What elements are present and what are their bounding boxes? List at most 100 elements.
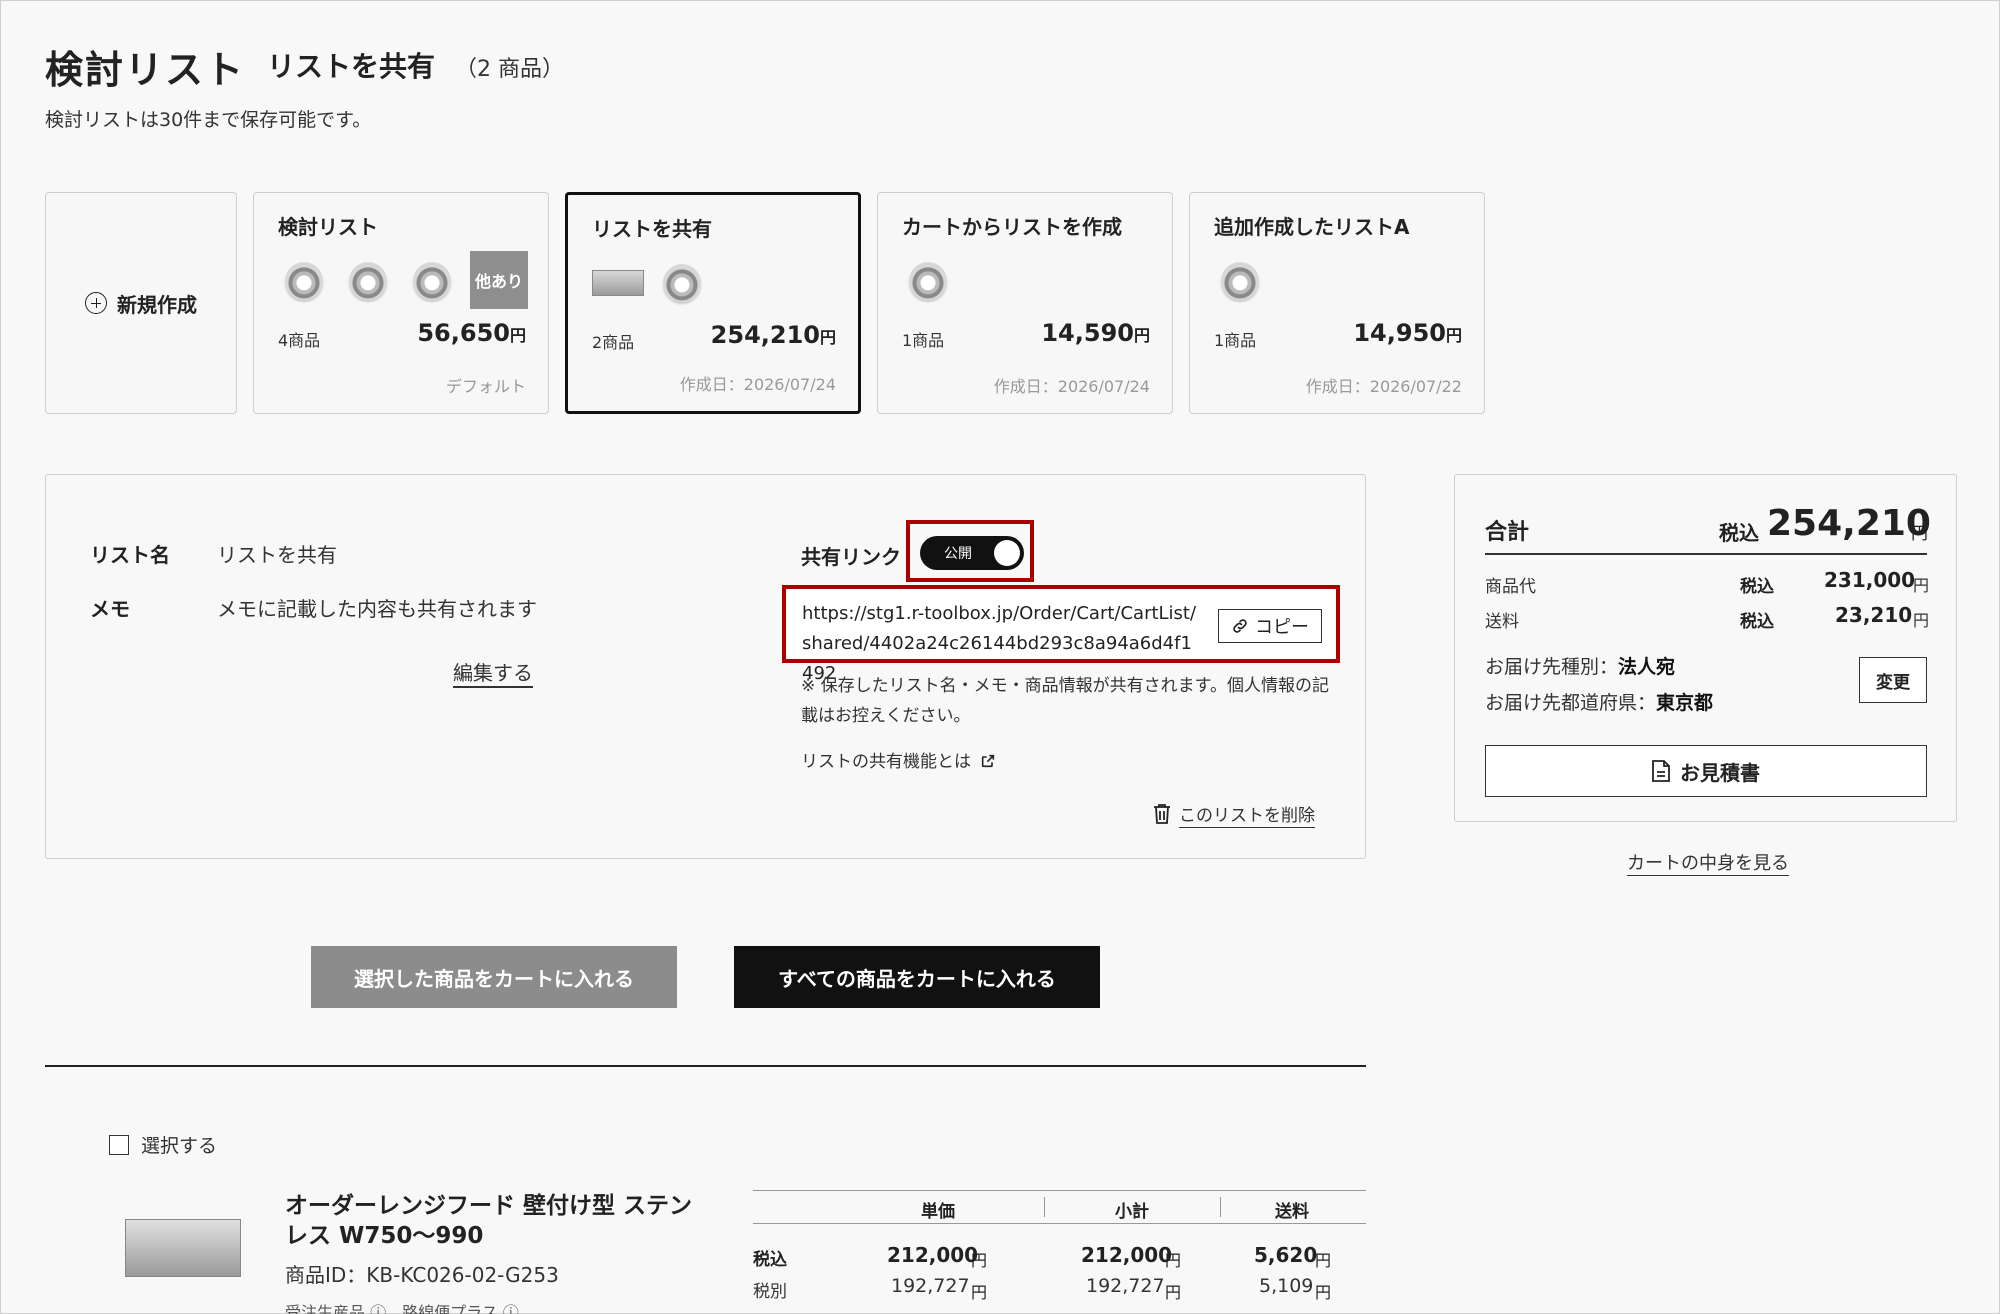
- delivery-type: お届け先種別：法人宛: [1485, 656, 1676, 678]
- current-list-title: リストを共有: [267, 50, 436, 83]
- card-thumbnails: [902, 255, 954, 307]
- document-icon: [1652, 760, 1670, 782]
- card-count: 1商品: [1214, 331, 1257, 350]
- product-tags: 受注生産品 ⓘ 路線便プラス ⓘ: [285, 1303, 519, 1314]
- summary-divider: [1485, 553, 1927, 555]
- quote-button[interactable]: お見積書: [1485, 745, 1927, 797]
- yen: 円: [1165, 1283, 1182, 1302]
- product-name[interactable]: オーダーレンジフード 壁付け型 ステンレス W750〜990: [285, 1191, 705, 1251]
- product-image[interactable]: [125, 1219, 241, 1277]
- downlight-thumbnail: [902, 255, 954, 307]
- unit-price-tax-ex: 192,727: [891, 1275, 970, 1297]
- col-separator: [1220, 1197, 1221, 1217]
- subtotal-tax-ex: 192,727: [1086, 1275, 1165, 1297]
- share-toggle-highlight: 公開: [906, 520, 1034, 582]
- yen: 円: [1315, 1283, 1332, 1302]
- yen: 円: [971, 1251, 988, 1270]
- change-delivery-button[interactable]: 変更: [1859, 657, 1927, 703]
- summary-title: 合計: [1485, 520, 1530, 545]
- storage-note: 検討リストは30件まで保存可能です。: [45, 109, 372, 131]
- share-notice: ※ 保存したリスト名・メモ・商品情報が共有されます。個人情報の記載はお控えくださ…: [801, 676, 1329, 726]
- card-count: 2商品: [592, 333, 635, 352]
- price-table-top-line: [753, 1190, 1366, 1191]
- goods-tax-label: 税込: [1740, 577, 1774, 597]
- price-table-header-line: [753, 1223, 1366, 1224]
- plus-circle-icon: [85, 292, 107, 314]
- tax-in-label: 税込: [753, 1250, 787, 1270]
- delivery-prefecture: お届け先都道府県：東京都: [1485, 692, 1714, 714]
- card-price: 14,590円: [1041, 319, 1150, 347]
- memo-label: メモ: [90, 597, 130, 621]
- card-price: 14,950円: [1353, 319, 1462, 347]
- downlight-thumbnail: [278, 255, 330, 307]
- downlight-thumbnail: [342, 255, 394, 307]
- card-thumbnails: 他あり: [278, 251, 528, 309]
- shipping-value: 23,210: [1835, 603, 1913, 627]
- public-toggle[interactable]: 公開: [920, 536, 1024, 570]
- copy-button[interactable]: コピー: [1218, 609, 1322, 643]
- edit-link[interactable]: 編集する: [453, 657, 533, 686]
- new-list-label: 新規作成: [117, 292, 197, 317]
- col-subtotal: 小計: [1115, 1202, 1149, 1222]
- list-card-kentou[interactable]: 検討リスト 他あり 4商品 56,650円 デフォルト: [253, 192, 549, 414]
- goods-yen: 円: [1913, 576, 1930, 595]
- range-hood-thumbnail: [592, 257, 644, 309]
- shipping-tax-ex: 5,109: [1259, 1275, 1314, 1297]
- list-name-label: リスト名: [90, 543, 170, 567]
- card-thumbnails: [592, 257, 708, 309]
- external-link-icon: [982, 754, 995, 768]
- card-title: 追加作成したリストA: [1214, 215, 1410, 239]
- card-price: 254,210円: [710, 321, 836, 349]
- toggle-knob: [994, 540, 1020, 566]
- select-checkbox-row[interactable]: 選択する: [109, 1131, 217, 1158]
- card-title: カートからリストを作成: [902, 215, 1122, 239]
- downlight-thumbnail: [1214, 255, 1266, 307]
- item-count: （2 商品）: [455, 57, 564, 82]
- card-default-label: デフォルト: [445, 377, 526, 396]
- share-about-link[interactable]: リストの共有機能とは: [801, 747, 996, 772]
- yen: 円: [1315, 1251, 1332, 1270]
- subtotal-tax-in: 212,000: [1081, 1243, 1173, 1267]
- add-all-to-cart-button[interactable]: すべての商品をカートに入れる: [734, 946, 1100, 1008]
- unit-price-tax-in: 212,000: [887, 1243, 979, 1267]
- add-selected-to-cart-button[interactable]: 選択した商品をカートに入れる: [311, 946, 677, 1008]
- col-unit-price: 単価: [921, 1202, 955, 1222]
- select-checkbox[interactable]: [109, 1134, 129, 1155]
- list-name-value: リストを共有: [217, 543, 337, 567]
- card-date: 作成日：2026/07/24: [993, 377, 1150, 396]
- copy-label: コピー: [1255, 617, 1309, 638]
- card-count: 1商品: [902, 331, 945, 350]
- card-count: 4商品: [278, 331, 321, 350]
- select-label: 選択する: [141, 1135, 218, 1157]
- page-title: 検討リスト: [45, 48, 246, 92]
- shipping-tax-label: 税込: [1740, 612, 1774, 632]
- shipping-yen: 円: [1913, 611, 1930, 630]
- yen: 円: [971, 1283, 988, 1302]
- product-id: 商品ID：KB-KC026-02-G253: [285, 1263, 559, 1287]
- more-items-badge: 他あり: [470, 251, 528, 309]
- view-cart-link[interactable]: カートの中身を見る: [1627, 849, 1789, 875]
- tax-ex-label: 税別: [753, 1282, 787, 1302]
- memo-value: メモに記載した内容も共有されます: [217, 597, 537, 621]
- list-card-additional-a[interactable]: 追加作成したリストA 1商品 14,950円 作成日：2026/07/22: [1189, 192, 1485, 414]
- total-amount: 254,210: [1767, 503, 1931, 544]
- share-link-label: 共有リンク: [801, 545, 901, 569]
- col-shipping: 送料: [1275, 1202, 1309, 1222]
- new-list-card[interactable]: 新規作成: [45, 192, 237, 414]
- goods-label: 商品代: [1485, 577, 1536, 597]
- card-price: 56,650円: [417, 319, 526, 347]
- card-date: 作成日：2026/07/24: [679, 375, 836, 394]
- trash-icon: [1154, 803, 1170, 824]
- downlight-thumbnail: [406, 255, 458, 307]
- delete-list-link[interactable]: このリストを削除: [1153, 801, 1315, 826]
- list-card-share[interactable]: リストを共有 2商品 254,210円 作成日：2026/07/24: [565, 192, 861, 414]
- card-thumbnails: [1214, 255, 1266, 307]
- link-icon: [1233, 619, 1247, 633]
- card-title: リストを共有: [592, 217, 712, 241]
- card-title: 検討リスト: [278, 215, 378, 239]
- shipping-label: 送料: [1485, 612, 1519, 632]
- downlight-thumbnail: [656, 257, 708, 309]
- list-card-from-cart[interactable]: カートからリストを作成 1商品 14,590円 作成日：2026/07/24: [877, 192, 1173, 414]
- share-url-box: https://stg1.r-toolbox.jp/Order/Cart/Car…: [782, 585, 1340, 684]
- shipping-tax-in: 5,620: [1254, 1243, 1318, 1267]
